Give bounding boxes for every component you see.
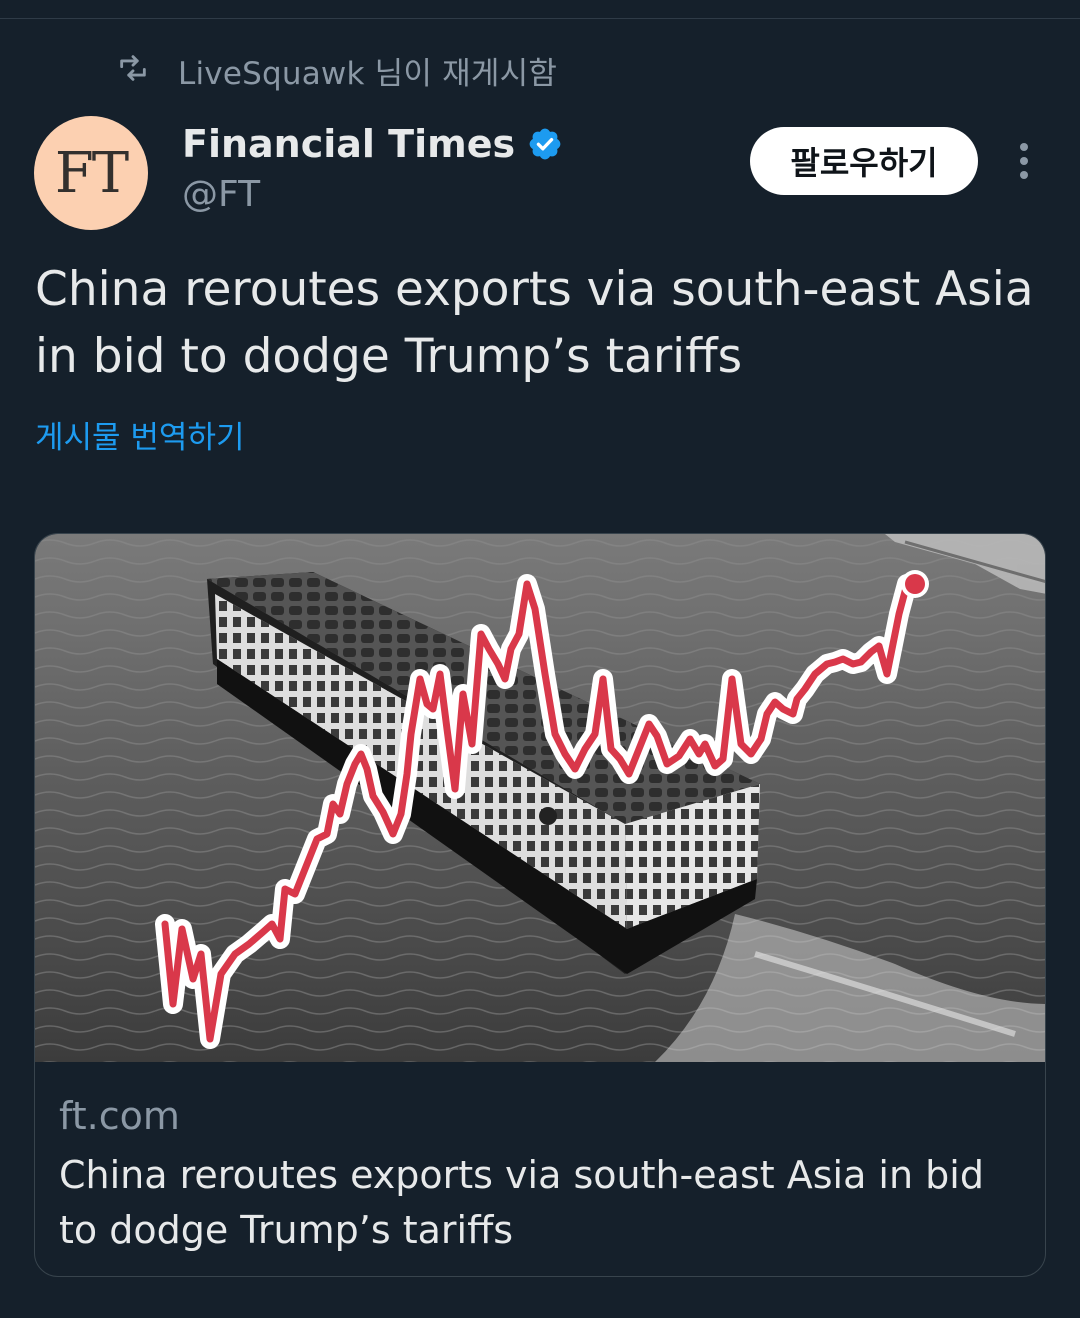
card-domain: ft.com [59, 1094, 180, 1138]
card-image[interactable] [35, 534, 1046, 1062]
verified-badge-icon [529, 128, 561, 160]
top-divider [0, 18, 1080, 19]
repost-text[interactable]: LiveSquawk 님이 재게시함 [178, 48, 557, 93]
author-avatar[interactable]: FT [34, 116, 148, 230]
more-vertical-icon [1020, 143, 1028, 179]
author-name-row[interactable]: Financial Times [182, 122, 563, 166]
translate-post-link[interactable]: 게시물 번역하기 [35, 412, 245, 457]
author-name[interactable]: Financial Times [182, 122, 515, 166]
card-title[interactable]: China reroutes exports via south-east As… [59, 1148, 1019, 1258]
repost-icon [116, 51, 150, 89]
author-handle[interactable]: @FT [182, 174, 260, 215]
more-options-button[interactable] [1006, 138, 1042, 184]
tweet-text: China reroutes exports via south-east As… [35, 262, 1034, 384]
avatar-logo-text: FT [54, 140, 129, 206]
repost-row: LiveSquawk 님이 재게시함 [116, 46, 557, 94]
link-preview-card[interactable]: ft.com China reroutes exports via south-… [34, 533, 1046, 1277]
follow-button[interactable]: 팔로우하기 [750, 127, 978, 195]
